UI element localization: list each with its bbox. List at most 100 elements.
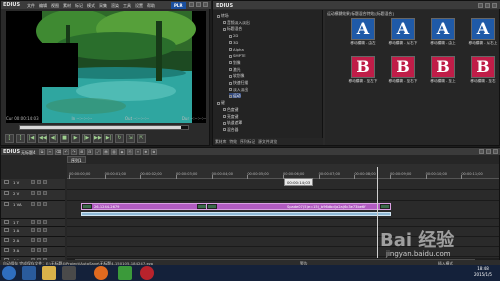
tree-expander-icon[interactable] <box>229 41 232 45</box>
tree-item[interactable]: Alpha <box>229 47 244 52</box>
menu-item[interactable]: 采集 <box>99 3 107 9</box>
timeline-tool-button[interactable]: ⌫ <box>55 148 61 155</box>
tree-item[interactable]: 激光 <box>229 67 241 72</box>
menu-item[interactable]: 设置 <box>135 3 143 9</box>
firefox-icon[interactable] <box>94 266 108 280</box>
track-lock-icon[interactable] <box>4 220 9 224</box>
bin-tab[interactable]: 特效 <box>229 139 237 145</box>
tree-expander-icon[interactable] <box>229 74 232 78</box>
effect-thumbnail[interactable]: A 移动模糊 - 由左 <box>343 18 383 48</box>
bin-tab[interactable]: 素材库 <box>215 139 226 145</box>
effect-thumbnail[interactable]: B 移动模糊 - 至左下 <box>343 56 383 86</box>
tree-expander-icon[interactable] <box>229 34 232 38</box>
audio-toggle-button[interactable] <box>37 202 41 206</box>
timeline-tool-button[interactable]: ⎘ <box>127 148 133 155</box>
tree-item[interactable]: 软划像 <box>229 73 244 78</box>
track-lock-icon[interactable] <box>4 202 9 206</box>
audio-toggle-button[interactable] <box>37 238 41 242</box>
menu-item[interactable]: 帮助 <box>147 3 155 9</box>
timeline-cursor[interactable] <box>377 167 378 263</box>
step-forward-button[interactable]: |▶ <box>82 133 91 143</box>
insert-button[interactable]: ⇲ <box>126 133 135 143</box>
play-button[interactable]: ▶ <box>71 133 80 143</box>
system-clock[interactable]: 18:48 2015/1/5 <box>474 266 492 278</box>
tree-expander-icon[interactable] <box>223 21 226 25</box>
tree-expander-icon[interactable] <box>229 48 232 51</box>
timeline-tool-button[interactable]: ⧉ <box>39 148 45 155</box>
timeline-tool-button[interactable]: ⊞ <box>79 148 85 155</box>
effect-thumbnail[interactable]: B 移动模糊 - 至右下 <box>383 56 423 86</box>
menu-item[interactable]: 视图 <box>51 3 59 9</box>
prev-edit-button[interactable]: |◀ <box>27 133 36 143</box>
timeline-tool-button[interactable]: ⌖ <box>135 148 141 155</box>
tree-item[interactable]: 色度键 <box>223 107 238 112</box>
tree-item[interactable]: 混合器 <box>223 127 238 132</box>
bin-close-button[interactable] <box>492 2 497 8</box>
sequence-tab[interactable]: 序列1 <box>67 156 86 163</box>
tree-expander-icon[interactable] <box>229 54 232 58</box>
timeline-tool-button[interactable]: ⊕ <box>143 148 149 155</box>
bin-maximize-button[interactable] <box>485 2 490 8</box>
tree-expander-icon[interactable] <box>217 14 220 18</box>
bin-tab[interactable]: 序列标记 <box>240 139 255 145</box>
mute-toggle-button[interactable] <box>43 238 47 242</box>
folder-icon[interactable] <box>42 266 56 280</box>
tree-item[interactable]: 运动 <box>229 93 241 99</box>
effect-thumbnail[interactable]: A 移动模糊 - 从右下 <box>383 18 423 48</box>
tree-expander-icon[interactable] <box>223 108 226 112</box>
timeline-tool-button[interactable]: ↷ <box>71 148 77 155</box>
bin-tab[interactable]: 源文件浏览 <box>258 139 277 145</box>
tree-item[interactable]: 快速扫描 <box>229 80 248 85</box>
tree-item[interactable]: 轨道遮罩 <box>223 120 242 125</box>
tree-item[interactable]: 标题混合 <box>223 26 242 31</box>
effect-thumbnail[interactable]: A 移动模糊 - 由上 <box>423 18 463 48</box>
start-button[interactable] <box>2 266 16 280</box>
rewind-button[interactable]: ◀◀ <box>38 133 47 143</box>
app-window-icon[interactable] <box>62 266 76 280</box>
timeline-tool-button[interactable]: ▤ <box>103 148 109 155</box>
track-lane[interactable]: 26-1244-2679 Spade07(5)e=15)_b96dbd(a2a)6… <box>67 201 499 219</box>
ie-icon[interactable] <box>22 266 36 280</box>
video-clip[interactable]: 26-1244-2679 <box>81 203 207 210</box>
track-lane[interactable] <box>67 227 499 237</box>
mute-toggle-button[interactable] <box>43 228 47 232</box>
track-lock-icon[interactable] <box>4 228 9 232</box>
plr-badge[interactable]: PLR <box>171 1 186 9</box>
track-lane[interactable] <box>67 237 499 247</box>
audio-toggle-button[interactable] <box>37 248 41 252</box>
timeline-tool-button[interactable]: ⤢ <box>95 148 101 155</box>
time-ruler[interactable]: 00:00:00;00 00:00:01;00 00:00:02;00 00:00:0… <box>67 164 499 179</box>
timeline-minimize-button[interactable] <box>479 149 484 154</box>
audio-clip[interactable] <box>81 212 391 216</box>
video-toggle-button[interactable] <box>31 180 35 184</box>
timeline-maximize-button[interactable] <box>486 149 491 154</box>
tree-expander-icon[interactable] <box>223 115 226 118</box>
maximize-button[interactable] <box>196 2 201 7</box>
video-toggle-button[interactable] <box>31 228 35 232</box>
tree-item[interactable]: 2D <box>229 33 238 38</box>
record-app-icon[interactable] <box>140 266 154 280</box>
set-out-button[interactable]: ] <box>16 133 25 143</box>
video-toggle-button[interactable] <box>31 191 35 195</box>
mute-toggle-button[interactable] <box>43 248 47 252</box>
tree-expander-icon[interactable] <box>223 27 226 31</box>
track-lock-icon[interactable] <box>4 191 9 195</box>
tree-item[interactable]: 音频淡入淡出 <box>223 20 250 25</box>
loop-button[interactable]: ↻ <box>115 133 124 143</box>
timeline-tool-button[interactable]: ▥ <box>111 148 117 155</box>
timeline-tool-button[interactable]: ↶ <box>63 148 69 155</box>
timeline-tool-button[interactable]: ⊗ <box>151 148 157 155</box>
track-lock-icon[interactable] <box>4 248 9 252</box>
audio-toggle-button[interactable] <box>37 228 41 232</box>
tree-item[interactable]: 转场 <box>217 13 229 18</box>
tree-item[interactable]: 划像 <box>229 60 241 65</box>
timeline-tool-button[interactable]: ✂ <box>47 148 53 155</box>
timeline-tool-button[interactable]: ⊟ <box>87 148 93 155</box>
menu-item[interactable]: 模式 <box>87 3 95 9</box>
track-lock-icon[interactable] <box>4 180 9 184</box>
tree-expander-icon[interactable] <box>229 94 232 98</box>
menu-item[interactable]: 编辑 <box>39 3 47 9</box>
mute-toggle-button[interactable] <box>43 202 47 206</box>
track-lane[interactable] <box>67 219 499 227</box>
video-toggle-button[interactable] <box>31 248 35 252</box>
